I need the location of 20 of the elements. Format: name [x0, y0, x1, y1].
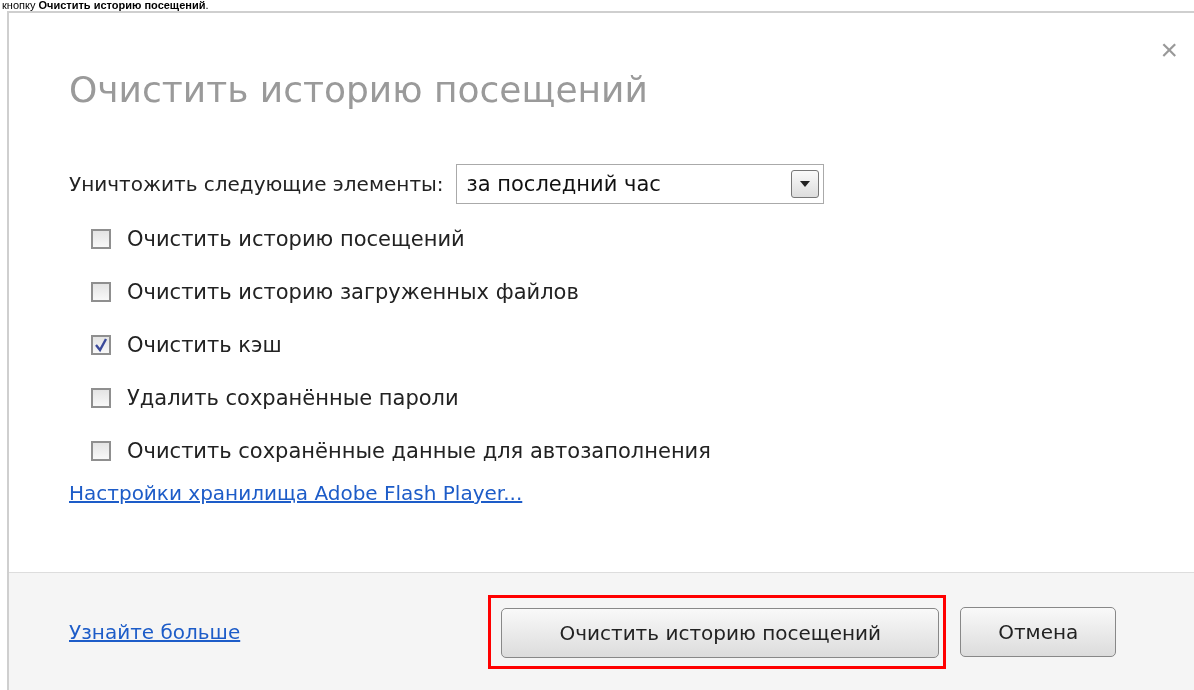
caption-text: кнопку Очистить историю посещений.	[2, 0, 210, 11]
checkbox[interactable]	[91, 228, 111, 249]
dropdown-arrow-icon	[798, 180, 811, 188]
time-range-dropdown[interactable]: за последний час	[455, 164, 824, 204]
flash-settings-link[interactable]: Настройки хранилища Adobe Flash Player...	[69, 481, 523, 505]
checkbox-label: Очистить сохранённые данные для автозаполнения	[127, 438, 711, 463]
learn-more-link[interactable]: Узнайте больше	[69, 619, 241, 644]
checkbox-label: Удалить сохранённые пароли	[127, 385, 459, 410]
checkmark-icon	[93, 336, 109, 353]
checkbox-label: Очистить кэш	[127, 332, 282, 357]
cancel-button[interactable]: Отмена	[960, 606, 1117, 657]
checkbox[interactable]	[91, 387, 111, 408]
checkbox[interactable]	[91, 440, 111, 461]
checkbox-label: Очистить историю посещений	[127, 226, 465, 251]
range-label: Уничтожить следующие элементы:	[69, 172, 444, 196]
checkbox[interactable]	[91, 281, 111, 302]
dialog-title: Очистить историю посещений	[69, 68, 649, 112]
checkbox[interactable]	[91, 334, 111, 355]
clear-history-button[interactable]: Очистить историю посещений	[501, 607, 940, 658]
checkbox-label: Очистить историю загруженных файлов	[127, 279, 579, 304]
